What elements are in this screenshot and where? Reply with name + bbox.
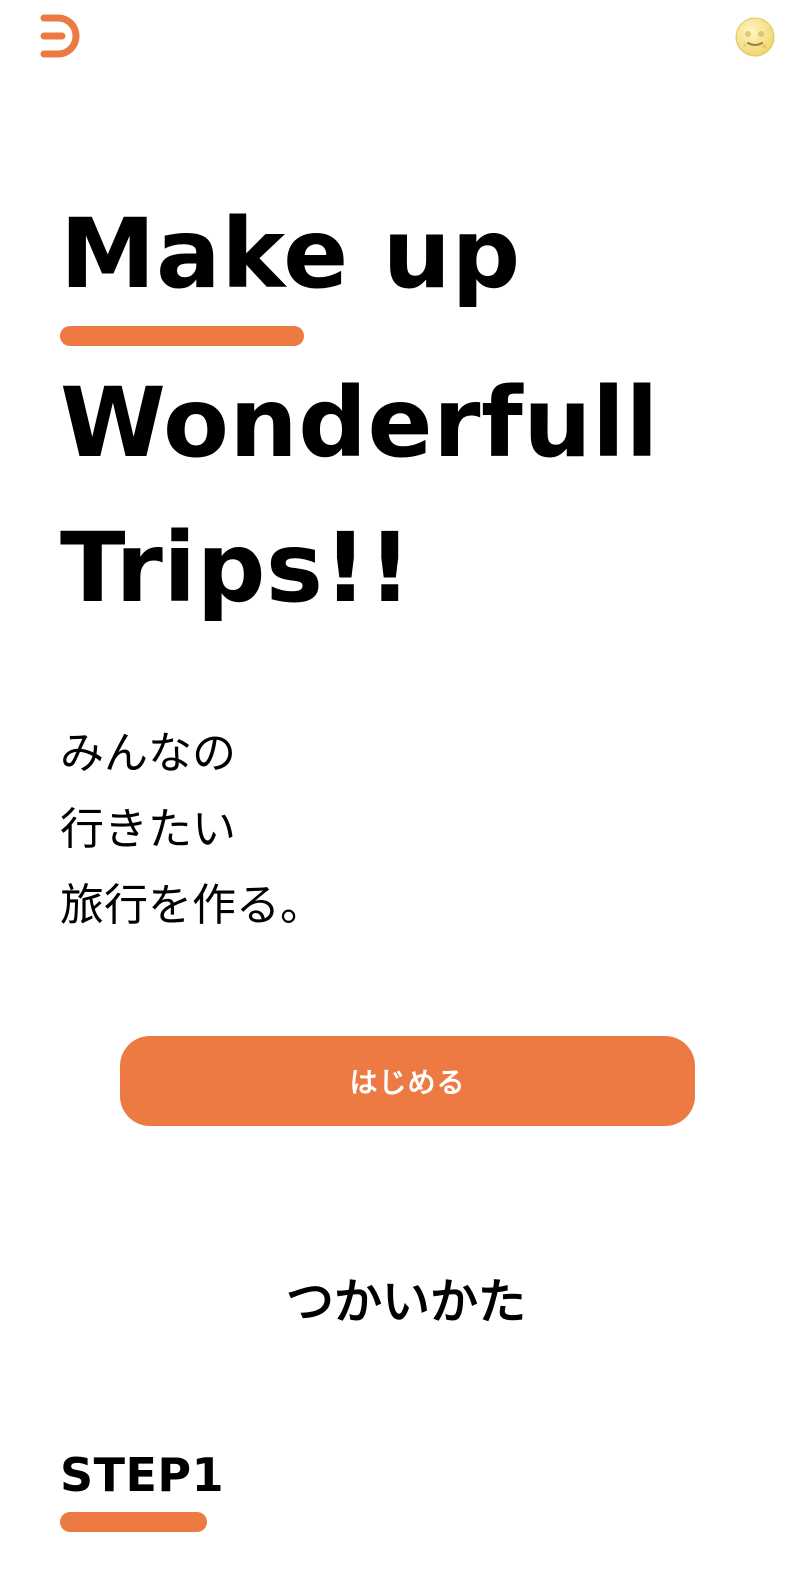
how-to-title: つかいかた (285, 1274, 526, 1330)
hero-line-1: Make up (60, 198, 521, 310)
tagline-line-3: 旅行を作る。 (60, 880, 324, 931)
step-1-accent-underline (60, 1512, 207, 1532)
moon-face-icon[interactable] (734, 16, 776, 58)
hero-line-2: Wonderfull (60, 367, 659, 479)
step-1-label: STEP1 (60, 1448, 225, 1502)
hero-line-3: Trips!! (60, 512, 413, 624)
app-logo-icon[interactable] (38, 8, 86, 68)
tagline: みんなの 行きたい 旅行を作る。 (60, 716, 460, 944)
tagline-line-2: 行きたい (60, 804, 236, 855)
start-button[interactable]: はじめる (120, 1036, 695, 1126)
hero-accent-underline (60, 326, 304, 346)
site-header (0, 0, 812, 80)
tagline-line-1: みんなの (60, 728, 236, 779)
